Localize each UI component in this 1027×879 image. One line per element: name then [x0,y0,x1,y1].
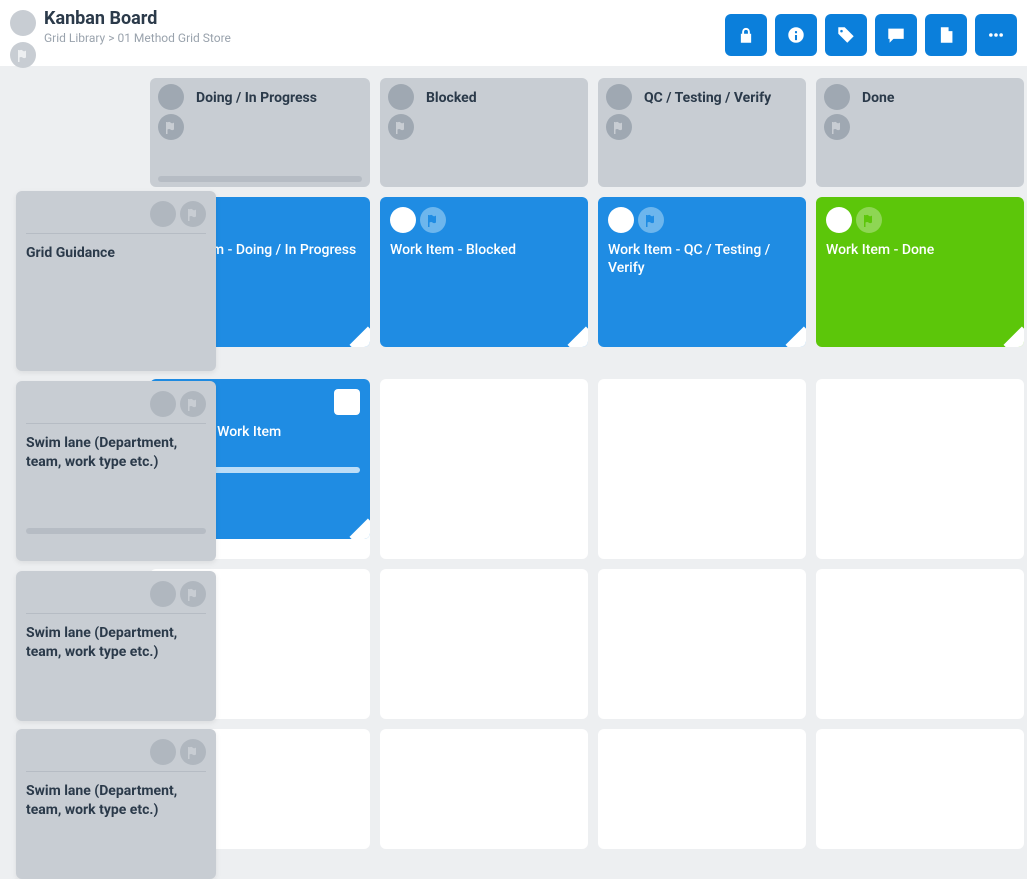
info-button[interactable] [775,14,817,56]
avatar-icon [826,207,852,233]
column-header-doing[interactable]: Doing / In Progress [150,78,370,187]
column-header-blocked[interactable]: Blocked [380,78,588,187]
lock-button[interactable] [725,14,767,56]
cell[interactable]: Work Item - Blocked [380,197,588,347]
header-left-icons [10,10,36,68]
board: Doing / In Progress Blocked QC / Testing… [0,66,1027,834]
card-blocked[interactable]: Work Item - Blocked [380,197,588,347]
swimlane-card[interactable]: Swim lane (Department, team, work type e… [16,729,216,879]
export-button[interactable] [925,14,967,56]
card-qc[interactable]: Work Item - QC / Testing / Verify [598,197,806,347]
app-header: Kanban Board Grid Library > 01 Method Gr… [0,0,1027,66]
page-title: Kanban Board [44,8,725,29]
cell[interactable] [380,729,588,849]
flag-icon [856,207,882,233]
avatar-icon [150,739,176,765]
board-row [150,569,1024,719]
cell[interactable] [598,379,806,559]
avatar-icon [608,207,634,233]
more-button[interactable] [975,14,1017,56]
flag-icon [180,739,206,765]
comment-button[interactable] [875,14,917,56]
column-headers-row: Doing / In Progress Blocked QC / Testing… [150,78,1024,187]
cell[interactable] [598,729,806,849]
cell[interactable]: Work Item - QC / Testing / Verify [598,197,806,347]
avatar-icon [390,207,416,233]
avatar-icon [606,84,632,110]
flag-icon[interactable] [10,42,36,68]
cell[interactable] [380,379,588,559]
avatar-icon [824,84,850,110]
toolbar [725,14,1017,56]
cell[interactable] [816,729,1024,849]
avatar-icon [388,84,414,110]
flag-icon [180,201,206,227]
flag-icon [180,581,206,607]
board-row: Work Item - Doing / In Progress Work Ite… [150,197,1024,347]
cell[interactable]: Work Item - Done [816,197,1024,347]
avatar-icon [150,391,176,417]
breadcrumb[interactable]: Grid Library > 01 Method Grid Store [44,31,725,45]
swimlane-card-guidance[interactable]: Grid Guidance [16,191,216,371]
title-block: Kanban Board Grid Library > 01 Method Gr… [44,8,725,45]
avatar-icon[interactable] [10,10,36,36]
progress-bar [158,176,362,182]
tag-button[interactable] [825,14,867,56]
cell[interactable] [598,569,806,719]
swimlane-card[interactable]: Swim lane (Department, team, work type e… [16,381,216,561]
flag-icon [606,114,632,140]
progress-bar [26,528,206,534]
breadcrumb-root[interactable]: Grid Library [44,31,105,45]
avatar-icon [150,581,176,607]
flag-icon [388,114,414,140]
flag-icon [420,207,446,233]
card-done[interactable]: Work Item - Done [816,197,1024,347]
avatar-icon [150,201,176,227]
card-badge [334,389,360,415]
column-header-qc[interactable]: QC / Testing / Verify [598,78,806,187]
cell[interactable] [816,379,1024,559]
cell[interactable] [380,569,588,719]
cell[interactable] [816,569,1024,719]
column-header-done[interactable]: Done [816,78,1024,187]
flag-icon [638,207,664,233]
flag-icon [824,114,850,140]
avatar-icon [158,84,184,110]
board-row: Example Work Item [150,379,1024,559]
swimlane-card[interactable]: Swim lane (Department, team, work type e… [16,571,216,721]
board-row [150,729,1024,849]
flag-icon [180,391,206,417]
breadcrumb-current[interactable]: 01 Method Grid Store [117,31,230,45]
flag-icon [158,114,184,140]
